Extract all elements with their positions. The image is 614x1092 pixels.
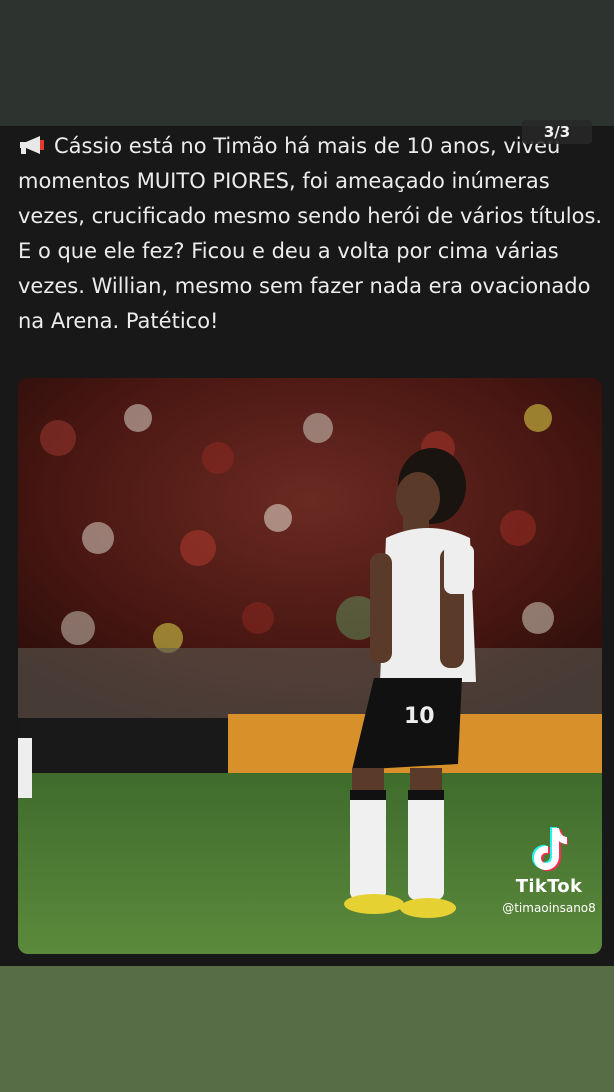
slide-counter: 3/3 — [522, 120, 592, 144]
shirt-number: 10 — [404, 704, 435, 729]
tiktok-brand: TikTok — [515, 876, 583, 897]
bottom-bar — [0, 966, 614, 1092]
top-bar — [0, 0, 614, 126]
post-paragraph-1: Cássio está no Timão há mais de 10 anos,… — [18, 134, 603, 228]
tiktok-watermark: TikTok @timaoinsano8 — [490, 826, 608, 926]
tiktok-handle: @timaoinsano8 — [502, 901, 596, 915]
post-paragraph-2: E o que ele fez? Ficou e deu a volta por… — [18, 239, 591, 333]
tiktok-logo-icon — [532, 827, 568, 871]
megaphone-icon — [20, 136, 44, 154]
post-text: Cássio está no Timão há mais de 10 anos,… — [18, 129, 608, 339]
